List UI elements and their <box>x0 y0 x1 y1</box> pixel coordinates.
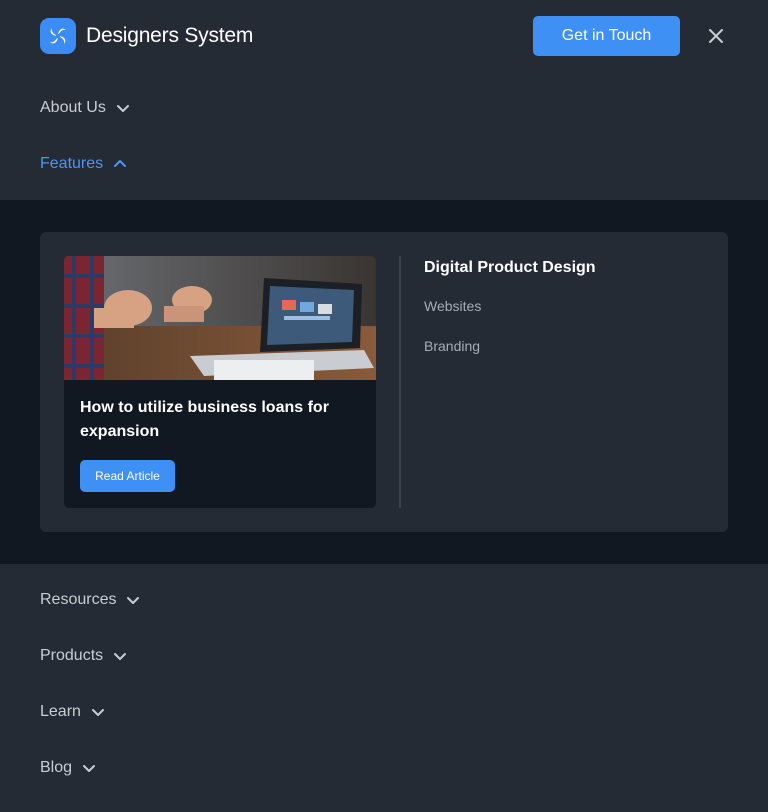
nav-item-label: Products <box>40 647 104 664</box>
nav-item-resources[interactable]: Resources <box>40 588 140 612</box>
sublink-branding[interactable]: Branding <box>424 338 480 354</box>
get-in-touch-button[interactable]: Get in Touch <box>533 16 680 56</box>
section-title: Digital Product Design <box>424 259 596 276</box>
chevron-down-icon <box>91 709 104 716</box>
read-article-button[interactable]: Read Article <box>80 460 175 492</box>
nav-item-label: About Us <box>40 99 106 116</box>
sublink-websites[interactable]: Websites <box>424 298 481 314</box>
nav-item-label: Learn <box>40 703 81 720</box>
close-icon[interactable] <box>704 24 728 48</box>
divider <box>399 256 401 508</box>
chevron-up-icon <box>114 160 127 167</box>
nav-item-label: Blog <box>40 759 73 776</box>
nav-item-products[interactable]: Products <box>40 644 127 668</box>
nav-item-learn[interactable]: Learn <box>40 700 105 724</box>
chevron-down-icon <box>127 597 140 604</box>
nav-item-label: Resources <box>40 591 117 608</box>
nav-item-label: Features <box>40 155 104 172</box>
article-card[interactable]: How to utilize business loans for expans… <box>64 256 376 508</box>
article-image <box>64 256 376 380</box>
features-dropdown: How to utilize business loans for expans… <box>0 200 768 564</box>
swirl-logo-icon[interactable] <box>40 18 76 54</box>
features-panel: How to utilize business loans for expans… <box>40 232 728 532</box>
nav-item-blog[interactable]: Blog <box>40 756 96 780</box>
nav-item-about-us[interactable]: About Us <box>40 96 130 120</box>
chevron-down-icon <box>116 105 129 112</box>
header: Designers System Get in Touch <box>0 0 768 72</box>
nav-item-features[interactable]: Features <box>40 152 127 176</box>
chevron-down-icon <box>114 653 127 660</box>
chevron-down-icon <box>83 765 96 772</box>
brand-name[interactable]: Designers System <box>86 24 253 48</box>
article-title: How to utilize business loans for expans… <box>80 399 329 440</box>
